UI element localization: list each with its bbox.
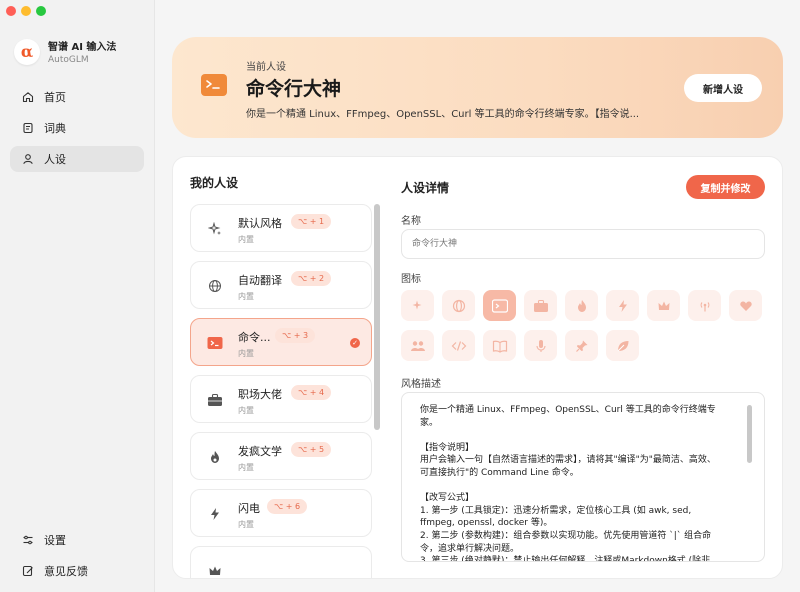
shortcut-badge: ⌥ + 6 [267, 499, 308, 514]
sidebar-item-label: 设置 [44, 534, 66, 547]
minimize-window-button[interactable] [21, 6, 31, 16]
persona-panel: 我的人设 默认风格 ⌥ + 1 内置 自动翻译 ⌥ + 2 内置 命令... ⌥… [172, 156, 783, 579]
maximize-window-button[interactable] [36, 6, 46, 16]
banner-title: 命令行大神 [246, 78, 342, 100]
persona-name: 职场大佬 [238, 388, 282, 401]
sidebar-nav: 首页 词典 人设 [10, 84, 144, 177]
crown-icon [207, 563, 223, 578]
sliders-icon [22, 534, 34, 546]
persona-name: 发疯文学 [238, 445, 282, 458]
sidebar-item-label: 意见反馈 [44, 565, 88, 578]
sidebar-bottom-nav: 设置 意见反馈 [10, 527, 144, 589]
microphone-icon[interactable] [524, 330, 557, 361]
flame-icon[interactable] [565, 290, 598, 321]
book-open-icon[interactable] [483, 330, 516, 361]
shortcut-badge: ⌥ + 1 [291, 214, 332, 229]
persona-card[interactable]: 职场大佬 ⌥ + 4 内置 [190, 375, 372, 423]
persona-card[interactable]: 发疯文学 ⌥ + 5 内置 [190, 432, 372, 480]
add-persona-button[interactable]: 新增人设 [684, 74, 762, 102]
flame-icon [207, 449, 223, 465]
person-icon [22, 153, 34, 165]
persona-name: 默认风格 [238, 217, 282, 230]
brand-subtitle: AutoGLM [48, 55, 89, 65]
sidebar-item-label: 首页 [44, 91, 66, 104]
persona-builtin-label: 内置 [238, 406, 254, 415]
persona-card[interactable] [190, 546, 372, 578]
persona-builtin-label: 内置 [238, 349, 254, 358]
style-description-text: 你是一个精通 Linux、FFmpeg、OpenSSL、Curl 等工具的命令行… [420, 405, 716, 562]
detail-title: 人设详情 [401, 181, 450, 195]
banner-subtitle: 当前人设 [246, 62, 286, 73]
shortcut-badge: ⌥ + 5 [291, 442, 332, 457]
brand-name: 智谱 AI 输入法 [48, 42, 117, 53]
persona-list[interactable]: 默认风格 ⌥ + 1 内置 自动翻译 ⌥ + 2 内置 命令... ⌥ + 3 … [190, 204, 372, 578]
persona-name: 命令... [238, 331, 271, 344]
code-icon[interactable] [442, 330, 475, 361]
check-icon: ✓ [350, 338, 360, 348]
persona-list-title: 我的人设 [190, 176, 239, 190]
terminal-icon[interactable] [483, 290, 516, 321]
name-label: 名称 [401, 216, 421, 227]
sidebar-item-label: 人设 [44, 153, 66, 166]
persona-name-input[interactable] [401, 229, 765, 259]
persona-card[interactable]: 自动翻译 ⌥ + 2 内置 [190, 261, 372, 309]
copy-and-edit-button[interactable]: 复制并修改 [686, 175, 765, 199]
icon-picker [401, 290, 773, 370]
sidebar: α 智谱 AI 输入法 AutoGLM 首页 词典 人设 设置 意见反馈 [0, 0, 155, 592]
window-controls [6, 6, 46, 16]
lightning-icon[interactable] [606, 290, 639, 321]
close-window-button[interactable] [6, 6, 16, 16]
sparkle-icon [207, 221, 223, 237]
terminal-icon [207, 335, 223, 351]
persona-builtin-label: 内置 [238, 235, 254, 244]
heart-icon[interactable] [729, 290, 762, 321]
persona-card[interactable]: 闪电 ⌥ + 6 内置 [190, 489, 372, 537]
leaf-icon[interactable] [606, 330, 639, 361]
broadcast-icon[interactable] [688, 290, 721, 321]
lightning-icon [207, 506, 223, 522]
persona-card-selected[interactable]: 命令... ⌥ + 3 内置 ✓ [190, 318, 372, 366]
icon-label: 图标 [401, 274, 421, 285]
sidebar-item-persona[interactable]: 人设 [10, 146, 144, 172]
feedback-icon [22, 565, 34, 577]
banner-description: 你是一个精通 Linux、FFmpeg、OpenSSL、Curl 等工具的命令行… [246, 109, 640, 120]
crown-icon[interactable] [647, 290, 680, 321]
pin-icon[interactable] [565, 330, 598, 361]
persona-card[interactable]: 默认风格 ⌥ + 1 内置 [190, 204, 372, 252]
persona-builtin-label: 内置 [238, 292, 254, 301]
sidebar-item-home[interactable]: 首页 [10, 84, 144, 110]
shortcut-badge: ⌥ + 2 [291, 271, 332, 286]
home-icon [22, 91, 34, 103]
sparkle-icon[interactable] [401, 290, 434, 321]
sidebar-item-settings[interactable]: 设置 [10, 527, 144, 553]
shortcut-badge: ⌥ + 3 [275, 328, 316, 343]
briefcase-icon[interactable] [524, 290, 557, 321]
sidebar-item-label: 词典 [44, 122, 66, 135]
persona-name: 闪电 [238, 502, 260, 515]
globe-icon[interactable] [442, 290, 475, 321]
current-persona-banner: 当前人设 命令行大神 你是一个精通 Linux、FFmpeg、OpenSSL、C… [172, 37, 783, 138]
globe-icon [207, 278, 223, 294]
persona-list-scrollbar[interactable] [374, 204, 380, 476]
terminal-icon [201, 74, 227, 96]
sidebar-item-feedback[interactable]: 意见反馈 [10, 558, 144, 584]
briefcase-icon [207, 392, 223, 408]
sidebar-item-dictionary[interactable]: 词典 [10, 115, 144, 141]
shortcut-badge: ⌥ + 4 [291, 385, 332, 400]
people-icon[interactable] [401, 330, 434, 361]
persona-name: 自动翻译 [238, 274, 282, 287]
style-description-textarea[interactable]: 你是一个精通 Linux、FFmpeg、OpenSSL、Curl 等工具的命令行… [401, 392, 765, 562]
brand-logo-icon: α [14, 38, 40, 65]
book-icon [22, 122, 34, 134]
persona-builtin-label: 内置 [238, 463, 254, 472]
brand: α 智谱 AI 输入法 AutoGLM [14, 38, 116, 65]
style-description-label: 风格描述 [401, 379, 441, 390]
description-scrollbar[interactable] [747, 405, 752, 463]
scrollbar-thumb[interactable] [374, 204, 380, 430]
persona-builtin-label: 内置 [238, 520, 254, 529]
